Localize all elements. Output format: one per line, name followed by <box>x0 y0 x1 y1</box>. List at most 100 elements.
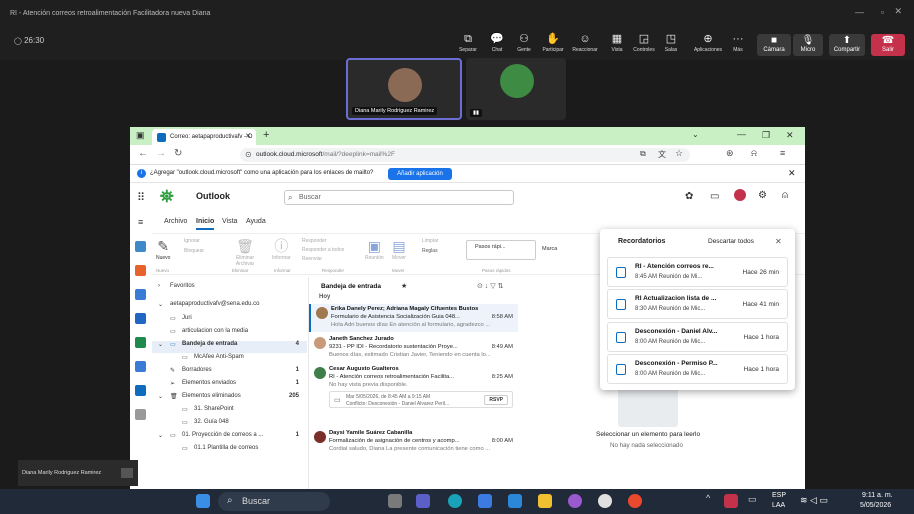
window-tray-icon[interactable]: ▭ <box>748 494 757 505</box>
folder-item[interactable]: ▭ articulacion con la media <box>152 328 307 340</box>
ignore-button[interactable]: Ignorar <box>184 238 200 244</box>
browser-close-icon[interactable]: ✕ <box>786 130 794 141</box>
reminder-item[interactable]: RI - Atención correos re... 8:45 AM Reuni… <box>607 257 788 287</box>
folder-item[interactable]: ▭ McAfee Anti-Spam <box>152 354 307 366</box>
folder-item[interactable]: ▭ 01.1 Plantilla de correos <box>152 445 307 457</box>
browser-minimize-icon[interactable]: — <box>737 129 746 139</box>
flag-button[interactable]: Marca <box>542 246 557 252</box>
forward-button[interactable]: Reenviar <box>302 256 322 262</box>
chrome-icon[interactable] <box>628 494 642 508</box>
url-field[interactable]: ⊙ outlook.cloud.microsoft/mail/?deeplink… <box>240 148 690 162</box>
video-tile-diana[interactable]: Diana Marily Rodriguez Ramirez <box>346 58 462 120</box>
expand-icon[interactable] <box>121 468 133 478</box>
todo-icon[interactable] <box>135 313 146 324</box>
list-item[interactable]: Daysi Yamile Suárez Cabanilla Formalizac… <box>309 428 519 456</box>
people-rail-icon[interactable] <box>135 289 146 300</box>
video-tile-participant-2[interactable]: ▮▮ <box>466 58 566 120</box>
folder-item-inbox[interactable]: ⌄ ▭ Bandeja de entrada 4 <box>152 341 307 353</box>
camera-button[interactable]: ■ Cámara <box>757 34 791 56</box>
list-item[interactable]: Erika Danely Perez; Adriana Magaly Cifue… <box>309 304 519 332</box>
file-explorer-icon[interactable] <box>538 494 552 508</box>
folder-item[interactable]: ➢ Elementos enviados 1 <box>152 380 307 392</box>
account-icon[interactable]: ⍝ <box>782 190 788 201</box>
reload-icon[interactable]: ↻ <box>174 148 182 159</box>
my-day-icon[interactable]: ▭ <box>710 191 719 202</box>
dismiss-all-button[interactable]: Descartar todos <box>708 238 754 245</box>
new-tab-icon[interactable]: + <box>263 129 269 141</box>
app-launcher-icon[interactable]: ⠿ <box>137 191 145 204</box>
clock-time[interactable]: 9:11 a. m. <box>862 492 893 499</box>
folder-item[interactable]: ▭ 32. Guía 048 <box>152 419 307 431</box>
copilot-taskbar-icon[interactable] <box>478 494 492 508</box>
store-icon[interactable] <box>508 494 522 508</box>
close-icon[interactable]: ✕ <box>775 237 782 246</box>
cloud-icon[interactable] <box>135 385 146 396</box>
sweep-button[interactable]: Limpiar <box>422 238 438 244</box>
folder-item[interactable]: ⌄ ▭ 01. Proyección de correos a ... 1 <box>152 432 307 444</box>
toolbar-salas[interactable]: ◳ Salas <box>658 31 684 59</box>
meeting-button[interactable]: ▣ Reunión <box>365 237 384 261</box>
move-button[interactable]: ▤ Mover <box>392 237 406 261</box>
onedrive-icon[interactable] <box>135 361 146 372</box>
filter-icon[interactable]: ⊙ ↓ ▽ ⇅ <box>477 282 503 290</box>
list-item[interactable]: Cesar Augusto Gualteros RI - Atención co… <box>309 364 519 426</box>
share-button[interactable]: ⬆ Compartir <box>829 34 865 56</box>
reminder-item[interactable]: Desconexión - Daniel Alv... 8:00 AM Reuni… <box>607 322 788 352</box>
tab-actions-icon[interactable]: ▣ <box>136 130 145 141</box>
add-app-button[interactable]: Añadir aplicación <box>388 168 452 180</box>
copilot-icon[interactable] <box>135 265 146 276</box>
reminder-item[interactable]: Desconexión - Permiso P... 8:00 AM Reunió… <box>607 354 788 384</box>
tab-close-icon[interactable]: ✕ <box>245 132 251 140</box>
leave-button[interactable]: ☎ Salir <box>871 34 905 56</box>
list-item[interactable]: Janeth Sanchez Jurado 9231 - PP IDI - Re… <box>309 334 519 362</box>
tab-inicio[interactable]: Inicio <box>196 218 215 230</box>
teams-taskbar-icon[interactable] <box>416 494 430 508</box>
folder-item[interactable]: ✎ Borradores 1 <box>152 367 307 379</box>
profile-icon[interactable]: ⍾ <box>751 148 757 159</box>
bookmark-star-icon[interactable]: ☆ <box>675 148 683 159</box>
chevron-up-icon[interactable]: ^ <box>706 493 710 503</box>
minimize-icon[interactable]: — <box>855 7 864 17</box>
chatgpt-icon[interactable] <box>598 494 612 508</box>
folder-item[interactable]: ▭ 31. SharePoint <box>152 406 307 418</box>
toolbar-separar[interactable]: ⧉ Separar <box>455 31 481 59</box>
back-icon[interactable]: ← <box>138 148 148 159</box>
menu-toggle-icon[interactable]: ≡ <box>138 217 143 227</box>
extensions-icon[interactable]: ⊛ <box>726 148 734 159</box>
taskbar-search[interactable]: ⌕ Buscar <box>218 492 330 511</box>
reminder-item[interactable]: RI Actualizacion lista de ... 8:30 AM Reu… <box>607 289 788 319</box>
report-button[interactable]: ⓘ Informar <box>272 237 291 261</box>
mic-tray-icon[interactable] <box>724 494 738 508</box>
search-input[interactable]: ⌕ Buscar <box>284 190 514 205</box>
maximize-icon[interactable]: ▫ <box>881 7 884 17</box>
self-view[interactable]: Diana Marily Rodriguez Ramirez <box>18 460 138 486</box>
wifi-volume-battery-icon[interactable]: ≋ ◁ ▭ <box>800 495 828 506</box>
quick-steps-dropdown[interactable]: Pasos rápi... <box>466 240 536 260</box>
start-icon[interactable] <box>196 494 210 508</box>
toolbar-participar[interactable]: ✋ Participar <box>540 31 566 59</box>
lang-layout[interactable]: LAA <box>772 502 785 509</box>
close-icon[interactable]: ✕ <box>894 6 902 17</box>
tab-archivo[interactable]: Archivo <box>164 218 187 225</box>
folder-item[interactable]: ▭ Juri <box>152 315 307 327</box>
toolbar-vista[interactable]: ▦ Vista <box>604 31 630 59</box>
account-row[interactable]: ⌄ aetapaproductivafv@sena.edu.co <box>152 301 307 313</box>
toolbar-reaccionar[interactable]: ☺ Reaccionar <box>572 31 598 59</box>
teams-icon[interactable]: ✿ <box>685 191 693 202</box>
browser-menu-icon[interactable]: ≡ <box>780 148 785 158</box>
settings-icon[interactable]: ⚙ <box>758 190 767 201</box>
favorites-row[interactable]: › Favoritos <box>152 283 307 295</box>
toolbar-chat[interactable]: 💬 Chat <box>484 31 510 59</box>
browser-tab-outlook[interactable]: Correo: aetapaproductivafv - O ✕ <box>152 129 256 145</box>
favorite-star-icon[interactable]: ★ <box>401 282 407 290</box>
translate-icon[interactable]: 文 <box>658 149 666 160</box>
toolbar-gente[interactable]: ⚇ Gente <box>511 31 537 59</box>
toolbar-aplicaciones[interactable]: ⊕ Aplicaciones <box>688 31 728 59</box>
folder-item[interactable]: ⌄ 🗑 Elementos eliminados 205 <box>152 393 307 405</box>
excel-icon[interactable] <box>135 337 146 348</box>
toolbar-controles[interactable]: ◲ Controles <box>631 31 657 59</box>
clock-date[interactable]: 5/05/2026 <box>860 502 891 509</box>
new-mail-button[interactable]: ✎ Nuevo <box>156 237 170 261</box>
tab-vista[interactable]: Vista <box>222 218 237 225</box>
infobar-close-icon[interactable]: ✕ <box>788 168 796 179</box>
